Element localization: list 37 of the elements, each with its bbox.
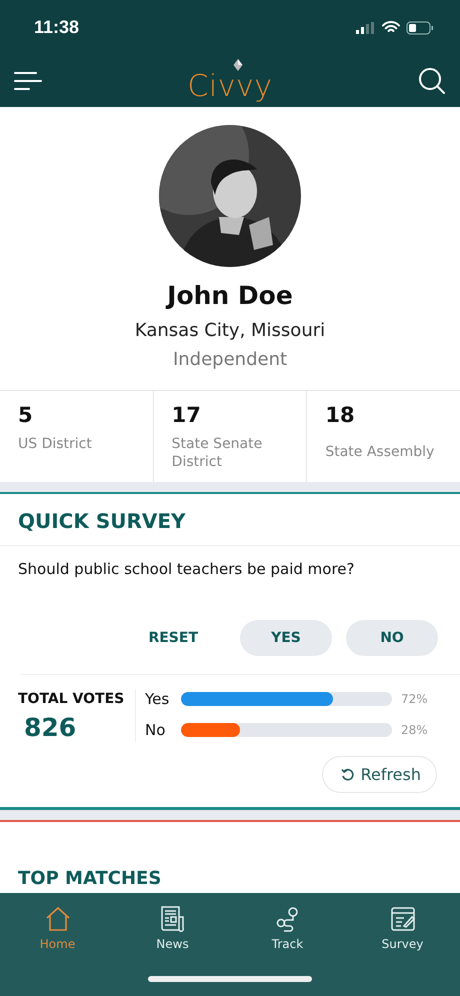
profile-location: Kansas City, Missouri [134,320,326,341]
tab-item[interactable]: News [132,904,212,952]
diamond-icon [233,59,244,71]
answer-button[interactable]: YES [240,620,332,656]
tab-item[interactable]: Survey [362,904,442,952]
district-label: State Senate District [172,435,264,471]
logo: Civvy [187,71,273,103]
signal-icon [356,22,376,34]
district-number: 18 [325,403,356,427]
result-percent: 28% [401,723,428,737]
battery-icon [406,20,434,34]
form-icon [388,905,416,933]
status-time: 11:38 [34,17,80,38]
result-label: No [145,721,166,739]
survey-question: Should public school teachers be paid more? [17,559,356,580]
total-votes-label: TOTAL VOTES [18,691,126,707]
profile-party: Independent [172,349,288,370]
section-title: TOP MATCHES [17,867,162,891]
total-votes-count: 826 [24,713,78,742]
reset-button[interactable]: RESET [120,620,226,656]
refresh-button[interactable]: Refresh [322,756,437,793]
wifi-icon [382,21,400,34]
menu-icon[interactable] [14,71,42,91]
result-label: Yes [145,690,170,708]
refresh-icon [340,768,355,782]
answer-button[interactable]: NO [346,620,438,656]
tab-item[interactable]: Track [248,904,328,952]
section-title: QUICK SURVEY [0,494,460,546]
house-icon [44,905,72,933]
district-number: 5 [18,403,34,427]
newspaper-icon [158,905,186,933]
district-label: US District [18,435,93,453]
search-icon[interactable] [418,67,446,95]
district-number: 17 [172,403,202,427]
result-percent: 72% [401,692,428,706]
profile-name: John Doe [167,281,293,310]
district-label: State Assembly [325,443,436,461]
